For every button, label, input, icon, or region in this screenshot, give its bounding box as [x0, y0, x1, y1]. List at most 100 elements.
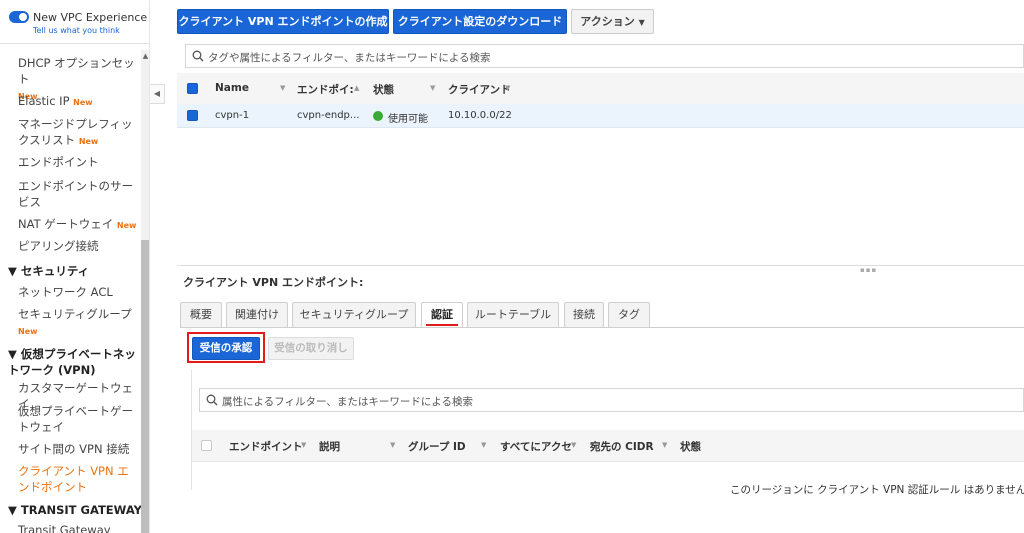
authorization-search-input[interactable]: 属性によるフィルター、またはキーワードによる検索 — [199, 388, 1024, 412]
column-header-name[interactable]: Name — [215, 82, 249, 94]
active-tab-highlight — [426, 324, 458, 326]
sidebar-item-label: NAT ゲートウェイ — [18, 217, 114, 231]
scroll-up-arrow-icon[interactable]: ▲ — [141, 52, 149, 62]
sidebar-section-security[interactable]: ▼ セキュリティ — [8, 263, 143, 279]
caret-down-icon: ▼ — [8, 264, 17, 278]
search-icon — [206, 394, 218, 406]
collapse-sidebar-button[interactable]: ◀ — [150, 84, 165, 104]
sidebar-item-label: ネットワーク ACL — [18, 285, 113, 299]
details-title: クライアント VPN エンドポイント: — [183, 276, 364, 289]
chevron-down-icon: ▼ — [638, 18, 645, 27]
resize-grip-icon[interactable]: ▪▪▪ — [860, 266, 877, 274]
sidebar-item-label: セキュリティグループ — [18, 307, 132, 321]
create-client-vpn-endpoint-button[interactable]: クライアント VPN エンドポイントの作成 — [177, 9, 389, 34]
tab-associations[interactable]: 関連付け — [226, 302, 288, 327]
sidebar-item-label: クライアント VPN エンドポイント — [18, 464, 129, 494]
column-header-description[interactable]: 説明 — [319, 439, 340, 454]
column-header-status[interactable]: 状態 — [680, 439, 701, 454]
row-checkbox[interactable] — [187, 110, 198, 121]
column-header-endpoint[interactable]: エンドポイント — [229, 439, 303, 454]
tab-security-groups[interactable]: セキュリティグループ — [292, 302, 416, 327]
cell-status: 使用可能 — [388, 114, 428, 125]
revoke-ingress-button: 受信の取り消し — [268, 337, 354, 360]
sidebar-item-label: サイト間の VPN 接続 — [18, 442, 130, 456]
sidebar-item-prefix-list[interactable]: マネージドプレフィックスリスト New — [18, 116, 136, 150]
sidebar-section-vpn[interactable]: ▼ 仮想プライベートネットワーク (VPN) — [8, 346, 138, 378]
search-icon — [192, 50, 204, 62]
sidebar-item-label: DHCP オプションセット — [18, 56, 135, 86]
select-all-checkbox[interactable] — [187, 83, 198, 94]
sidebar: New VPC Experience Tell us what you thin… — [0, 0, 150, 533]
sidebar-item-label: Transit Gateway — [18, 523, 111, 533]
sidebar-item-label: Elastic IP — [18, 94, 70, 108]
sort-icon[interactable]: ▼ — [481, 441, 486, 449]
table-row[interactable]: cvpn-1 cvpn-endp... 使用可能 10.10.0.0/22 — [177, 104, 1024, 128]
sidebar-section-transit-gateway[interactable]: ▼ TRANSIT GATEWAY — [8, 502, 143, 518]
tab-overview[interactable]: 概要 — [180, 302, 222, 327]
sidebar-item-label: エンドポイント — [18, 155, 99, 169]
column-header-group-id[interactable]: グループ ID — [408, 439, 466, 454]
search-placeholder: 属性によるフィルター、またはキーワードによる検索 — [222, 396, 474, 408]
sidebar-item-elastic-ip[interactable]: Elastic IP New — [18, 93, 140, 111]
sort-icon[interactable]: ▼ — [390, 441, 395, 449]
sidebar-item-virtual-private-gateways[interactable]: 仮想プライベートゲートウェイ — [18, 403, 138, 435]
cell-name: cvpn-1 — [215, 110, 250, 121]
sidebar-item-client-vpn-endpoints[interactable]: クライアント VPN エンドポイント — [18, 463, 138, 495]
cell-endpoint: cvpn-endp... — [297, 110, 360, 121]
new-badge: New — [73, 98, 93, 107]
sidebar-item-label: ピアリング接続 — [18, 239, 99, 253]
new-badge: New — [18, 327, 38, 336]
section-label: セキュリティ — [20, 264, 90, 278]
column-header-destination-cidr[interactable]: 宛先の CIDR — [590, 439, 654, 454]
sort-asc-icon[interactable]: ▲ — [354, 84, 359, 92]
sidebar-item-label: マネージドプレフィックスリスト — [18, 117, 133, 147]
sidebar-item-network-acl[interactable]: ネットワーク ACL — [18, 284, 140, 300]
tab-route-table[interactable]: ルートテーブル — [467, 302, 559, 327]
feedback-link[interactable]: Tell us what you think — [33, 26, 120, 35]
section-label: 仮想プライベートネットワーク (VPN) — [8, 347, 136, 377]
sort-icon[interactable]: ▼ — [571, 441, 576, 449]
empty-state-message: このリージョンに クライアント VPN 認証ルール はありません。 — [730, 484, 1024, 496]
new-badge: New — [116, 221, 137, 230]
column-header-client[interactable]: クライアント — [448, 82, 511, 97]
tab-tags[interactable]: タグ — [608, 302, 650, 327]
sidebar-item-security-groups[interactable]: セキュリティグループ New — [18, 306, 140, 340]
sidebar-item-nat-gateway[interactable]: NAT ゲートウェイ New — [18, 216, 140, 234]
column-header-access-all[interactable]: すべてにアクセ — [500, 439, 572, 454]
actions-dropdown[interactable]: アクション ▼ — [571, 9, 654, 34]
endpoints-table-header: Name ▼ エンドポイ: ▲ 状態 ▼ クライアント ▼ — [177, 73, 1024, 105]
sidebar-item-endpoints[interactable]: エンドポイント — [18, 154, 140, 170]
panel-splitter[interactable] — [177, 265, 1024, 266]
tab-connections[interactable]: 接続 — [564, 302, 604, 327]
sort-icon[interactable]: ▼ — [505, 84, 510, 92]
endpoint-search-input[interactable]: タグや属性によるフィルター、またはキーワードによる検索 — [185, 44, 1024, 68]
sidebar-scrollbar-thumb[interactable] — [141, 240, 149, 533]
new-vpc-toggle[interactable] — [9, 11, 29, 23]
chevron-left-icon: ◀ — [153, 89, 161, 98]
column-header-status[interactable]: 状態 — [373, 82, 394, 97]
authorization-table-header: エンドポイント ▼ 説明 ▼ グループ ID ▼ すべてにアクセ ▼ 宛先の C… — [192, 430, 1024, 462]
sidebar-item-endpoint-services[interactable]: エンドポイントのサービス — [18, 178, 138, 210]
download-client-configuration-button[interactable]: クライアント設定のダウンロード — [393, 9, 567, 34]
sidebar-item-peering[interactable]: ピアリング接続 — [18, 238, 140, 254]
sidebar-item-label: エンドポイントのサービス — [18, 179, 133, 209]
section-label: TRANSIT GATEWAY — [20, 503, 142, 517]
sort-icon[interactable]: ▼ — [430, 84, 435, 92]
select-all-checkbox[interactable] — [201, 440, 212, 451]
new-badge: New — [78, 137, 99, 146]
status-available-icon — [373, 111, 383, 121]
authorize-ingress-button[interactable]: 受信の承認 — [192, 337, 260, 360]
sidebar-divider — [0, 43, 149, 44]
tabs-divider — [180, 327, 1024, 328]
sidebar-item-transit-gateway[interactable]: Transit Gateway — [18, 522, 140, 533]
new-vpc-title: New VPC Experience — [33, 11, 148, 24]
sort-icon[interactable]: ▼ — [662, 441, 667, 449]
sidebar-item-label: 仮想プライベートゲートウェイ — [18, 404, 133, 434]
search-placeholder: タグや属性によるフィルター、またはキーワードによる検索 — [208, 52, 491, 64]
caret-down-icon: ▼ — [8, 347, 17, 361]
cell-client: 10.10.0.0/22 — [448, 110, 512, 121]
sort-icon[interactable]: ▼ — [280, 84, 285, 92]
column-header-endpoint[interactable]: エンドポイ: — [297, 82, 354, 97]
sort-icon[interactable]: ▼ — [301, 441, 306, 449]
sidebar-item-site-to-site-vpn[interactable]: サイト間の VPN 接続 — [18, 441, 140, 457]
